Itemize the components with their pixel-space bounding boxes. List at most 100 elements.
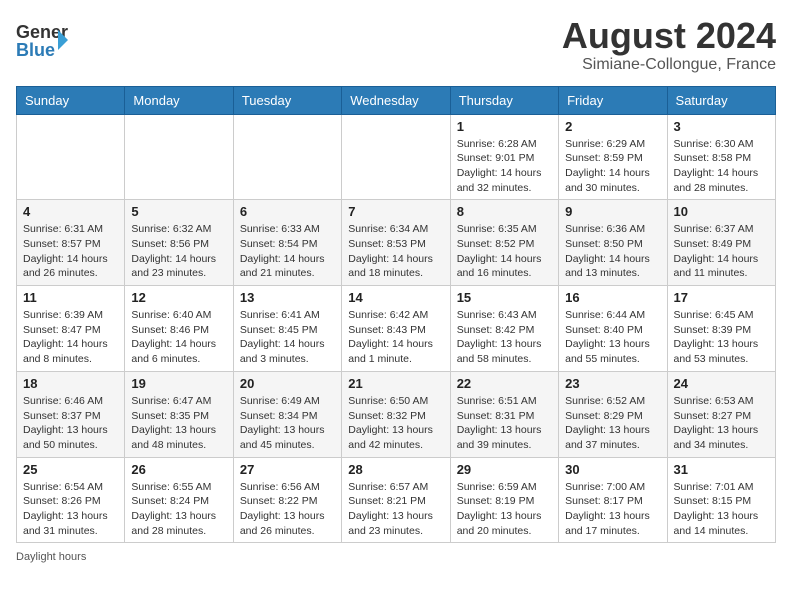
day-info: Sunrise: 6:57 AM Sunset: 8:21 PM Dayligh… [348, 480, 443, 539]
day-info: Sunrise: 6:41 AM Sunset: 8:45 PM Dayligh… [240, 308, 335, 367]
calendar-cell: 8 Sunrise: 6:35 AM Sunset: 8:52 PM Daylig… [450, 200, 558, 286]
header: General Blue August 2024 Simiane-Collong… [16, 16, 776, 74]
calendar-week-row: 25Sunrise: 6:54 AM Sunset: 8:26 PM Dayli… [17, 457, 776, 543]
day-info: Sunrise: 6:28 AM Sunset: 9:01 PM Dayligh… [457, 137, 552, 196]
calendar-cell: 3Sunrise: 6:30 AM Sunset: 8:58 PM Daylig… [667, 114, 775, 200]
day-info: Sunrise: 7:01 AM Sunset: 8:15 PM Dayligh… [674, 480, 769, 539]
day-number: 15 [457, 290, 552, 305]
calendar-cell: 26 Sunrise: 6:55 AM Sunset: 8:24 PM Dayli… [125, 457, 233, 543]
calendar-cell: 17 Sunrise: 6:45 AM Sunset: 8:39 PM Dayli… [667, 286, 775, 372]
day-number: 22 [457, 376, 552, 391]
day-number: 28 [348, 462, 443, 477]
day-info: Sunrise: 6:52 AM Sunset: 8:29 PM Dayligh… [565, 394, 660, 453]
day-number: 4 [23, 204, 118, 219]
calendar-cell: 9 Sunrise: 6:36 AM Sunset: 8:50 PM Daylig… [559, 200, 667, 286]
day-info: Sunrise: 6:46 AM Sunset: 8:37 PM Dayligh… [23, 394, 118, 453]
calendar-cell: 31Sunrise: 7:01 AM Sunset: 8:15 PM Dayli… [667, 457, 775, 543]
column-header-sunday: Sunday [17, 86, 125, 114]
day-info: Sunrise: 6:37 AM Sunset: 8:49 PM Dayligh… [674, 222, 769, 281]
day-info: Sunrise: 6:45 AM Sunset: 8:39 PM Dayligh… [674, 308, 769, 367]
day-number: 16 [565, 290, 660, 305]
day-info: Sunrise: 6:30 AM Sunset: 8:58 PM Dayligh… [674, 137, 769, 196]
day-number: 24 [674, 376, 769, 391]
day-info: Sunrise: 6:56 AM Sunset: 8:22 PM Dayligh… [240, 480, 335, 539]
day-number: 5 [131, 204, 226, 219]
day-number: 17 [674, 290, 769, 305]
day-info: Sunrise: 6:29 AM Sunset: 8:59 PM Dayligh… [565, 137, 660, 196]
day-info: Sunrise: 6:51 AM Sunset: 8:31 PM Dayligh… [457, 394, 552, 453]
month-year-title: August 2024 [562, 16, 776, 56]
calendar-cell: 19Sunrise: 6:47 AM Sunset: 8:35 PM Dayli… [125, 371, 233, 457]
day-info: Sunrise: 6:40 AM Sunset: 8:46 PM Dayligh… [131, 308, 226, 367]
day-info: Sunrise: 6:47 AM Sunset: 8:35 PM Dayligh… [131, 394, 226, 453]
calendar-cell: 1 Sunrise: 6:28 AM Sunset: 9:01 PM Daylig… [450, 114, 558, 200]
calendar-cell: 18Sunrise: 6:46 AM Sunset: 8:37 PM Dayli… [17, 371, 125, 457]
day-number: 23 [565, 376, 660, 391]
calendar-cell: 12 Sunrise: 6:40 AM Sunset: 8:46 PM Dayli… [125, 286, 233, 372]
column-header-friday: Friday [559, 86, 667, 114]
day-info: Sunrise: 6:55 AM Sunset: 8:24 PM Dayligh… [131, 480, 226, 539]
day-info: Sunrise: 6:35 AM Sunset: 8:52 PM Dayligh… [457, 222, 552, 281]
calendar-cell: 27 Sunrise: 6:56 AM Sunset: 8:22 PM Dayli… [233, 457, 341, 543]
day-number: 14 [348, 290, 443, 305]
calendar-cell: 22 Sunrise: 6:51 AM Sunset: 8:31 PM Dayli… [450, 371, 558, 457]
day-number: 27 [240, 462, 335, 477]
day-info: Sunrise: 6:34 AM Sunset: 8:53 PM Dayligh… [348, 222, 443, 281]
day-number: 1 [457, 119, 552, 134]
calendar-cell [342, 114, 450, 200]
calendar-cell: 20Sunrise: 6:49 AM Sunset: 8:34 PM Dayli… [233, 371, 341, 457]
calendar-cell: 28 Sunrise: 6:57 AM Sunset: 8:21 PM Dayli… [342, 457, 450, 543]
column-header-monday: Monday [125, 86, 233, 114]
day-number: 2 [565, 119, 660, 134]
calendar-week-row: 18Sunrise: 6:46 AM Sunset: 8:37 PM Dayli… [17, 371, 776, 457]
calendar-header-row: SundayMondayTuesdayWednesdayThursdayFrid… [17, 86, 776, 114]
day-info: Sunrise: 6:50 AM Sunset: 8:32 PM Dayligh… [348, 394, 443, 453]
column-header-tuesday: Tuesday [233, 86, 341, 114]
day-number: 11 [23, 290, 118, 305]
calendar-cell [17, 114, 125, 200]
calendar-cell: 29Sunrise: 6:59 AM Sunset: 8:19 PM Dayli… [450, 457, 558, 543]
day-info: Sunrise: 6:33 AM Sunset: 8:54 PM Dayligh… [240, 222, 335, 281]
day-number: 29 [457, 462, 552, 477]
calendar-cell: 10 Sunrise: 6:37 AM Sunset: 8:49 PM Dayli… [667, 200, 775, 286]
day-number: 30 [565, 462, 660, 477]
calendar-cell: 11Sunrise: 6:39 AM Sunset: 8:47 PM Dayli… [17, 286, 125, 372]
calendar-cell: 30Sunrise: 7:00 AM Sunset: 8:17 PM Dayli… [559, 457, 667, 543]
day-number: 9 [565, 204, 660, 219]
location-subtitle: Simiane-Collongue, France [562, 56, 776, 74]
day-info: Sunrise: 6:32 AM Sunset: 8:56 PM Dayligh… [131, 222, 226, 281]
calendar-cell: 4 Sunrise: 6:31 AM Sunset: 8:57 PM Daylig… [17, 200, 125, 286]
logo-icon: General Blue [16, 16, 68, 64]
day-number: 8 [457, 204, 552, 219]
calendar-week-row: 11Sunrise: 6:39 AM Sunset: 8:47 PM Dayli… [17, 286, 776, 372]
day-info: Sunrise: 6:53 AM Sunset: 8:27 PM Dayligh… [674, 394, 769, 453]
day-info: Sunrise: 6:31 AM Sunset: 8:57 PM Dayligh… [23, 222, 118, 281]
day-number: 7 [348, 204, 443, 219]
calendar-cell: 14 Sunrise: 6:42 AM Sunset: 8:43 PM Dayli… [342, 286, 450, 372]
calendar-cell [233, 114, 341, 200]
calendar-cell: 2 Sunrise: 6:29 AM Sunset: 8:59 PM Daylig… [559, 114, 667, 200]
calendar-cell: 15Sunrise: 6:43 AM Sunset: 8:42 PM Dayli… [450, 286, 558, 372]
column-header-thursday: Thursday [450, 86, 558, 114]
day-info: Sunrise: 6:36 AM Sunset: 8:50 PM Dayligh… [565, 222, 660, 281]
day-number: 21 [348, 376, 443, 391]
day-info: Sunrise: 6:44 AM Sunset: 8:40 PM Dayligh… [565, 308, 660, 367]
day-number: 12 [131, 290, 226, 305]
day-number: 10 [674, 204, 769, 219]
day-number: 26 [131, 462, 226, 477]
daylight-label: Daylight hours [16, 551, 86, 563]
logo: General Blue [16, 16, 74, 64]
calendar-cell: 23 Sunrise: 6:52 AM Sunset: 8:29 PM Dayli… [559, 371, 667, 457]
column-header-saturday: Saturday [667, 86, 775, 114]
day-number: 13 [240, 290, 335, 305]
calendar-week-row: 1 Sunrise: 6:28 AM Sunset: 9:01 PM Daylig… [17, 114, 776, 200]
calendar-cell: 5 Sunrise: 6:32 AM Sunset: 8:56 PM Daylig… [125, 200, 233, 286]
calendar-cell [125, 114, 233, 200]
day-number: 25 [23, 462, 118, 477]
calendar-cell: 24 Sunrise: 6:53 AM Sunset: 8:27 PM Dayli… [667, 371, 775, 457]
day-info: Sunrise: 6:42 AM Sunset: 8:43 PM Dayligh… [348, 308, 443, 367]
title-area: August 2024 Simiane-Collongue, France [562, 16, 776, 74]
calendar-cell: 16 Sunrise: 6:44 AM Sunset: 8:40 PM Dayli… [559, 286, 667, 372]
svg-text:Blue: Blue [16, 40, 55, 60]
calendar-cell: 6Sunrise: 6:33 AM Sunset: 8:54 PM Daylig… [233, 200, 341, 286]
